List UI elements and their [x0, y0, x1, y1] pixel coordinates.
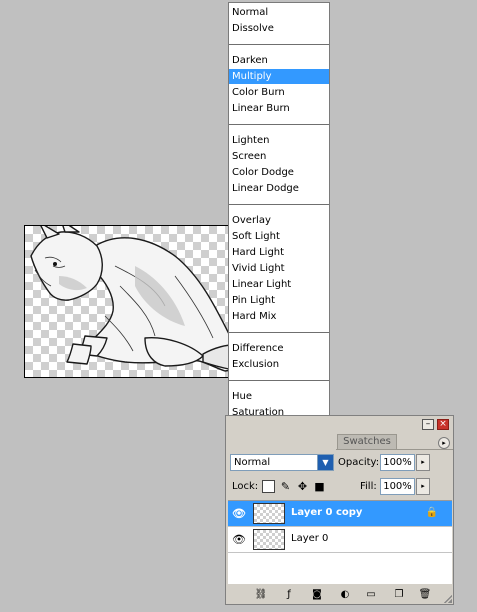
eye-icon[interactable]: 👁 [231, 507, 247, 521]
lock-brush-icon[interactable]: ✎ [279, 480, 292, 493]
panel-menu-icon[interactable]: ▸ [438, 437, 450, 449]
blend-option-hue[interactable]: Hue [229, 389, 329, 404]
blend-option-multiply[interactable]: Multiply [229, 69, 329, 84]
minimize-icon[interactable]: – [422, 419, 434, 430]
blend-option-vivid-light[interactable]: Vivid Light [229, 261, 329, 276]
blend-option-linear-burn[interactable]: Linear Burn [229, 101, 329, 116]
layer-name: Layer 0 [291, 533, 329, 544]
panel-tab-bar: Swatches – × ▸ [226, 416, 453, 450]
opacity-label: Opacity: [338, 457, 380, 468]
layer-row[interactable]: 👁 Layer 0 copy 🔒 [228, 501, 452, 527]
menu-separator [229, 204, 329, 205]
blend-option-color-burn[interactable]: Color Burn [229, 85, 329, 100]
blend-option-dissolve[interactable]: Dissolve [229, 21, 329, 36]
blend-option-normal[interactable]: Normal [229, 5, 329, 20]
tab-divider [336, 449, 453, 450]
blend-option-color-dodge[interactable]: Color Dodge [229, 165, 329, 180]
blend-mode-select[interactable]: Normal ▼ [230, 454, 334, 471]
lock-transparency-icon[interactable] [262, 480, 275, 493]
blend-option-linear-dodge[interactable]: Linear Dodge [229, 181, 329, 196]
menu-separator [229, 44, 329, 45]
close-icon[interactable]: × [437, 419, 449, 430]
blend-option-overlay[interactable]: Overlay [229, 213, 329, 228]
layers-panel: Swatches – × ▸ Normal ▼ Opacity: 100% ▸ … [225, 415, 454, 605]
lock-label: Lock: [232, 481, 259, 492]
layer-name: Layer 0 copy [291, 507, 363, 518]
blend-option-linear-light[interactable]: Linear Light [229, 277, 329, 292]
blend-option-exclusion[interactable]: Exclusion [229, 357, 329, 372]
layer-style-icon[interactable]: ƒ [282, 588, 296, 601]
lock-icon: 🔒 [425, 507, 438, 518]
blend-option-pin-light[interactable]: Pin Light [229, 293, 329, 308]
eye-icon[interactable]: 👁 [231, 533, 247, 547]
blend-option-hard-light[interactable]: Hard Light [229, 245, 329, 260]
adjustment-icon[interactable]: ◐ [338, 588, 352, 601]
blend-option-lighten[interactable]: Lighten [229, 133, 329, 148]
lock-move-icon[interactable]: ✥ [296, 480, 309, 493]
link-icon[interactable]: ⛓ [254, 588, 268, 601]
blend-mode-value: Normal [234, 457, 271, 468]
layer-row[interactable]: 👁 Layer 0 [228, 527, 452, 553]
lock-all-icon[interactable]: ■ [313, 480, 326, 493]
opacity-input[interactable]: 100% [380, 454, 415, 471]
menu-separator [229, 380, 329, 381]
tab-swatches[interactable]: Swatches [337, 434, 397, 449]
fill-label: Fill: [360, 481, 377, 492]
layers-list: 👁 Layer 0 copy 🔒 👁 Layer 0 [228, 500, 452, 584]
menu-separator [229, 124, 329, 125]
blend-option-soft-light[interactable]: Soft Light [229, 229, 329, 244]
wolf-artwork [30, 226, 258, 373]
mask-icon[interactable]: ◙ [310, 588, 324, 601]
blend-option-hard-mix[interactable]: Hard Mix [229, 309, 329, 324]
blend-option-darken[interactable]: Darken [229, 53, 329, 68]
fill-slider-arrow-icon[interactable]: ▸ [416, 478, 430, 495]
opacity-slider-arrow-icon[interactable]: ▸ [416, 454, 430, 471]
layer-thumbnail [253, 503, 285, 524]
blend-mode-dropdown-list[interactable]: Normal Dissolve Darken Multiply Color Burn Li… [228, 2, 330, 453]
blend-option-screen[interactable]: Screen [229, 149, 329, 164]
blend-option-difference[interactable]: Difference [229, 341, 329, 356]
layer-thumbnail [253, 529, 285, 550]
chevron-down-icon[interactable]: ▼ [317, 455, 333, 470]
resize-grip-icon[interactable] [444, 595, 452, 603]
layers-bottom-toolbar: ⛓ ƒ ◙ ◐ ▭ ❐ 🗑 [228, 586, 452, 603]
fill-input[interactable]: 100% [380, 478, 415, 495]
trash-icon[interactable]: 🗑 [418, 588, 432, 601]
menu-separator [229, 332, 329, 333]
tab-layers[interactable] [228, 434, 335, 450]
new-layer-icon[interactable]: ❐ [392, 588, 406, 601]
canvas-image[interactable] [24, 225, 262, 378]
group-folder-icon[interactable]: ▭ [364, 588, 378, 601]
